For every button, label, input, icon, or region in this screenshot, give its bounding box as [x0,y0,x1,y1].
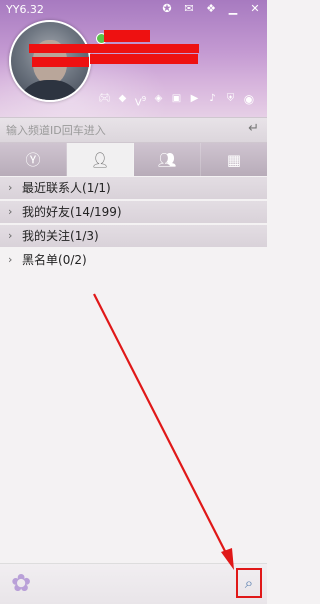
group-label: 最近联系人 [22,181,83,195]
apps-icon: ▦ [226,150,242,169]
group-following[interactable]: › 我的关注 (1/3) [0,225,267,247]
channel-bar: ↵ [0,117,267,143]
redacted-info-1 [29,44,199,53]
diamond-icon[interactable]: ◆ [115,92,130,106]
enter-icon[interactable]: ↵ [248,121,259,136]
group-friends[interactable]: › 我的好友 (14/199) [0,201,267,223]
search-icon: ⌕ [244,574,254,592]
group-label: 我的关注 [22,229,71,243]
eye-icon[interactable]: ◉ [241,92,257,106]
tab-yy[interactable]: Ⓨ [0,143,67,176]
chevron-right-icon: › [8,229,13,242]
main-tabs: Ⓨ 👤︎ 👥︎ ▦ [0,143,267,176]
group-count: (1/3) [70,229,99,243]
redacted-nickname [104,30,150,42]
chevron-right-icon: › [8,181,13,194]
tab-groups[interactable]: 👥︎ [134,143,201,176]
y-icon: Ⓨ [25,151,41,169]
group-recent[interactable]: › 最近联系人 (1/1) [0,177,267,199]
profile-header: YY6.32 ✪ ✉ ❖ ▁ ✕ 🎮︎ ◆ V9 ◈ ▣ ▶ ♪ ⛨ ◉ [0,0,267,117]
group-label: 黑名单 [22,253,59,267]
shield-icon[interactable]: ⛨ [223,92,238,106]
vip-icon[interactable]: V9 [133,92,148,108]
group-count: (1/1) [82,181,111,195]
minimize-icon[interactable]: ▁ [225,2,241,16]
gamepad-icon[interactable]: 🎮︎ [97,92,112,106]
system-icons: ✪ ✉ ❖ ▁ ✕ [159,2,263,16]
music-icon[interactable]: ♪ [205,92,220,106]
diamond2-icon[interactable]: ◈ [151,92,166,106]
window-title: YY6.32 [6,3,44,16]
redacted-info-2 [32,57,89,67]
close-icon[interactable]: ✕ [247,2,263,16]
search-button[interactable]: ⌕ [236,568,262,598]
contact-groups: › 最近联系人 (1/1) › 我的好友 (14/199) › 我的关注 (1/… [0,177,267,273]
chevron-right-icon: › [8,205,13,218]
yy-logo-icon[interactable]: ✿ [6,568,36,598]
medal-icon[interactable]: ✪ [159,2,175,16]
arrow-line [93,293,230,560]
bottom-bar: ✿ ⌕ [0,563,267,604]
channel-id-input[interactable] [4,121,236,139]
play-icon[interactable]: ▶ [187,92,202,106]
avatar-body [17,80,83,100]
vip-level: 9 [141,95,147,103]
group-count: (0/2) [58,253,87,267]
badge-row: 🎮︎ ◆ V9 ◈ ▣ ▶ ♪ ⛨ [97,92,238,108]
group-label: 我的好友 [22,205,71,219]
people-icon: 👥︎ [157,150,177,169]
tab-apps[interactable]: ▦ [201,143,267,176]
shirt-icon[interactable]: ❖ [203,2,219,16]
tab-contacts[interactable]: 👤︎ [67,143,134,176]
person-icon: 👤︎ [90,150,110,169]
redacted-info-3 [90,54,198,64]
group-blacklist[interactable]: › 黑名单 (0/2) [0,249,267,271]
chevron-right-icon: › [8,253,13,266]
video-icon[interactable]: ▣ [169,92,184,106]
group-count: (14/199) [70,205,122,219]
mail-icon[interactable]: ✉ [181,2,197,16]
